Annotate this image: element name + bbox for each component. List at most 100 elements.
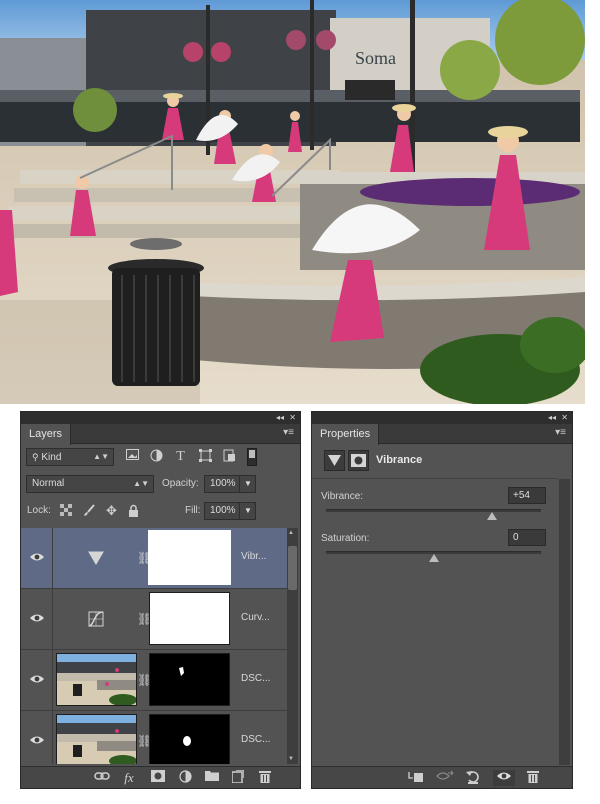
vibrance-adjustment-icon[interactable]: [324, 450, 345, 471]
scroll-up-arrow-icon[interactable]: ▲: [288, 530, 294, 536]
vibrance-label: Vibrance:: [321, 491, 364, 502]
layer-row-photo-1[interactable]: ⛓ DSC...: [21, 650, 287, 711]
opacity-slider-toggle[interactable]: ▼: [239, 475, 256, 493]
layer-filter-row: ⚲ Kind ▲▼ T: [21, 448, 300, 474]
layer-mask-icon[interactable]: [348, 450, 369, 471]
clip-to-layer-icon[interactable]: [408, 770, 424, 786]
vibrance-adjustment-icon: [86, 548, 106, 568]
row-divider: [52, 528, 53, 589]
lock-row: Lock: ✥ Fill: 100% ▼: [21, 502, 300, 528]
layer-row-vibrance[interactable]: ⛓ Vibr...: [21, 528, 287, 589]
scroll-down-arrow-icon[interactable]: ▼: [288, 756, 294, 762]
opacity-field[interactable]: 100%: [204, 475, 240, 493]
layer-name[interactable]: DSC...: [241, 673, 285, 684]
canvas-photo[interactable]: Soma: [0, 0, 585, 404]
shape-filter-icon[interactable]: [198, 449, 213, 464]
adjustment-layer-icon[interactable]: [177, 770, 193, 786]
layers-panel: ◂◂ ✕ Layers ▾≡ ⚲ Kind ▲▼ T Normal ▲▼ Opa…: [20, 411, 301, 789]
lock-position-move-icon[interactable]: ✥: [104, 503, 119, 518]
properties-scrollbar[interactable]: [559, 479, 570, 765]
reset-icon[interactable]: [465, 770, 481, 786]
close-panel-button[interactable]: ✕: [561, 412, 568, 424]
lock-label: Lock:: [27, 505, 51, 516]
collapse-panel-button[interactable]: ◂◂: [548, 412, 556, 424]
adjustment-filter-icon[interactable]: [149, 449, 164, 464]
properties-tab-bar: Properties ▾≡: [312, 424, 572, 445]
panel-menu-icon[interactable]: ▾≡: [283, 427, 294, 438]
lock-all-icon[interactable]: [126, 504, 141, 519]
add-mask-icon[interactable]: [150, 770, 166, 786]
group-folder-icon[interactable]: [204, 770, 220, 786]
layer-mask-thumbnail[interactable]: [149, 714, 230, 764]
view-previous-state-icon[interactable]: [436, 770, 454, 786]
panel-header-strip: ◂◂ ✕: [312, 412, 572, 424]
tab-layers[interactable]: Layers: [21, 424, 72, 445]
kind-filter-select[interactable]: ⚲ Kind ▲▼: [26, 448, 114, 466]
curves-adjustment-icon: [86, 609, 106, 629]
opacity-label: Opacity:: [162, 478, 199, 489]
fill-label: Fill:: [185, 505, 201, 516]
filter-toggle-switch[interactable]: [247, 448, 257, 466]
chevron-down-icon: ▼: [244, 479, 252, 488]
layer-row-photo-2[interactable]: ⛓ DSC...: [21, 711, 287, 764]
new-layer-icon[interactable]: [230, 769, 246, 786]
visibility-eye-icon[interactable]: [29, 673, 47, 687]
header-divider: [312, 478, 558, 479]
link-icon[interactable]: [94, 770, 110, 786]
layer-mask-thumbnail[interactable]: [149, 592, 230, 645]
panel-header-strip: ◂◂ ✕: [21, 412, 300, 424]
layer-mask-thumbnail[interactable]: [148, 530, 231, 585]
layers-tab-bar: Layers ▾≡: [21, 424, 300, 445]
visibility-eye-icon[interactable]: [29, 612, 47, 626]
vibrance-value-field[interactable]: +54: [508, 487, 546, 504]
properties-panel: ◂◂ ✕ Properties ▾≡ Vibrance Vibrance: +5…: [311, 411, 573, 789]
row-divider: [52, 711, 53, 764]
vibrance-slider-thumb[interactable]: [486, 512, 497, 520]
trash-icon[interactable]: [257, 770, 273, 786]
visibility-eye-icon[interactable]: [493, 770, 515, 786]
lock-transparency-icon[interactable]: [58, 504, 73, 519]
layer-name[interactable]: Curv...: [241, 612, 285, 623]
chevron-down-icon: ▲▼: [133, 479, 149, 488]
layers-scrollbar[interactable]: ▲ ▼: [287, 528, 298, 764]
layer-name[interactable]: Vibr...: [241, 551, 285, 562]
saturation-value-field[interactable]: 0: [508, 529, 546, 546]
properties-header: Vibrance: [312, 445, 572, 475]
layer-mask-thumbnail[interactable]: [149, 653, 230, 706]
layers-bottom-toolbar: fx: [21, 766, 300, 788]
fx-icon[interactable]: fx: [121, 770, 137, 786]
layers-list: ⛓ Vibr... ⛓ Curv... ⛓ DSC... ⛓ DSC...: [21, 528, 287, 764]
row-divider: [52, 589, 53, 650]
layer-name[interactable]: DSC...: [241, 734, 285, 745]
tab-properties[interactable]: Properties: [312, 424, 380, 445]
layer-image-thumbnail[interactable]: [56, 653, 137, 706]
layer-row-curves[interactable]: ⛓ Curv...: [21, 589, 287, 650]
adjustment-title: Vibrance: [376, 454, 423, 466]
search-icon: ⚲: [32, 452, 39, 462]
scrollbar-thumb[interactable]: [288, 546, 297, 590]
collapse-panel-button[interactable]: ◂◂: [276, 412, 284, 424]
layer-image-thumbnail[interactable]: [56, 714, 137, 764]
chevron-down-icon: ▼: [244, 506, 252, 515]
smart-object-filter-icon[interactable]: [222, 449, 237, 464]
visibility-eye-icon[interactable]: [29, 551, 47, 565]
fill-field[interactable]: 100%: [204, 502, 240, 520]
kind-filter-value: Kind: [41, 452, 62, 463]
trash-icon[interactable]: [525, 770, 541, 786]
vibrance-slider-track[interactable]: [326, 509, 541, 512]
visibility-eye-icon[interactable]: [29, 734, 47, 748]
fill-slider-toggle[interactable]: ▼: [239, 502, 256, 520]
text-filter-icon[interactable]: T: [173, 449, 188, 464]
close-panel-button[interactable]: ✕: [289, 412, 296, 424]
blend-mode-select[interactable]: Normal ▲▼: [26, 475, 154, 493]
chevron-down-icon: ▲▼: [93, 452, 109, 461]
saturation-slider-thumb[interactable]: [428, 554, 439, 562]
photo-image: Soma: [0, 0, 585, 404]
lock-pixels-brush-icon[interactable]: [81, 504, 96, 519]
saturation-label: Saturation:: [321, 533, 370, 544]
properties-bottom-toolbar: [312, 766, 572, 788]
image-filter-icon[interactable]: [125, 449, 140, 464]
panel-menu-icon[interactable]: ▾≡: [555, 427, 566, 438]
blend-row: Normal ▲▼ Opacity: 100% ▼: [21, 475, 300, 501]
store-sign: Soma: [355, 48, 396, 68]
